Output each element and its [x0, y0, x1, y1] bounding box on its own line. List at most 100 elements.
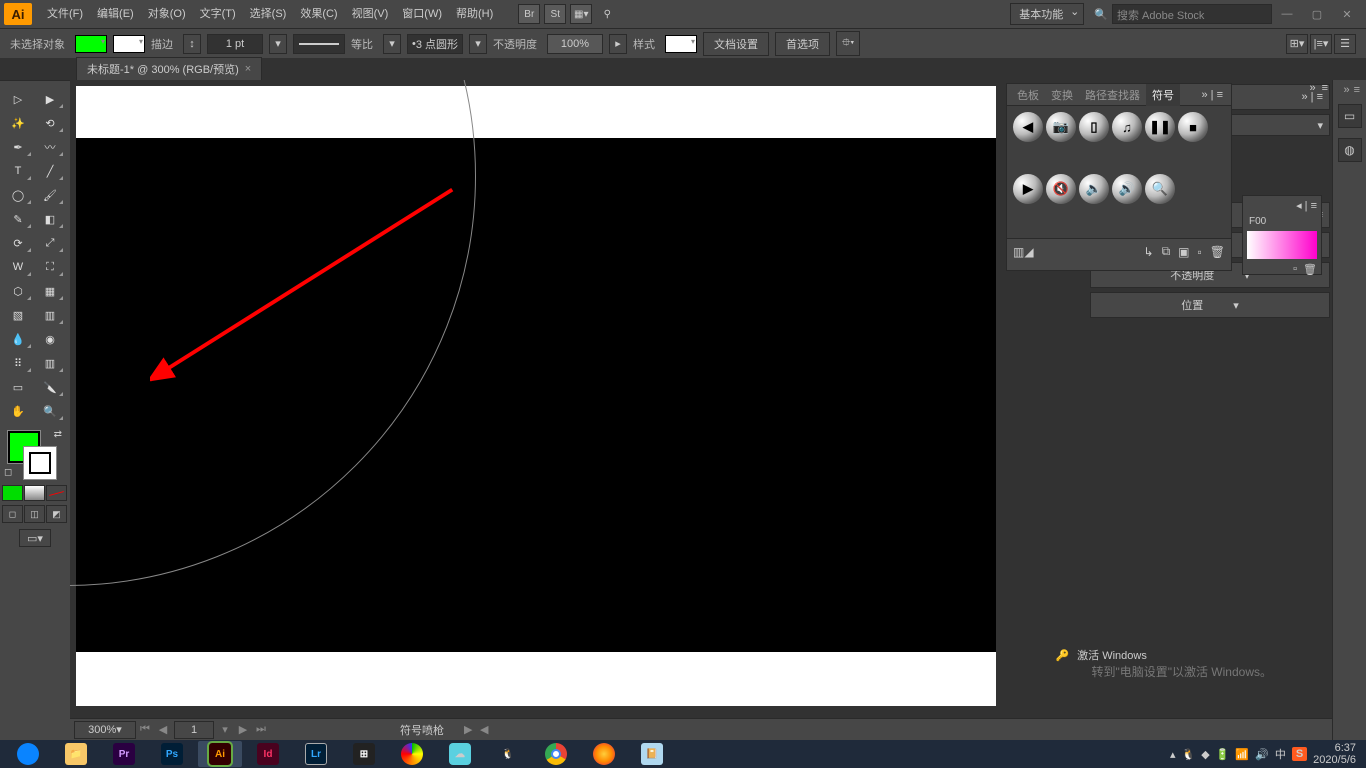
tray-app-icon[interactable]: ◆: [1201, 748, 1209, 761]
symbol-back[interactable]: ◀: [1013, 112, 1043, 142]
symbol-camera[interactable]: 📷: [1046, 112, 1076, 142]
artboard-index[interactable]: 1: [174, 721, 214, 739]
screen-mode-button[interactable]: ▭▾: [19, 529, 51, 547]
panel-tab-pathfinder[interactable]: 路径查找器: [1079, 84, 1146, 106]
symbol-stop[interactable]: ■: [1178, 112, 1208, 142]
menu-help[interactable]: 帮助(H): [449, 0, 500, 28]
direct-selection-tool[interactable]: ▶: [34, 87, 66, 111]
hand-tool[interactable]: ✋: [2, 399, 34, 423]
panel-tab-swatches[interactable]: 色板: [1011, 84, 1045, 106]
pen-tool[interactable]: ✒: [2, 135, 34, 159]
pencil-tool[interactable]: ✎: [2, 207, 34, 231]
symbol-film[interactable]: ▯: [1079, 112, 1109, 142]
tray-overflow-icon[interactable]: ▴: [1170, 748, 1176, 761]
taskbar-chrome[interactable]: [534, 741, 578, 767]
menu-effect[interactable]: 效果(C): [293, 0, 344, 28]
taskbar-app-rainbow[interactable]: [390, 741, 434, 767]
paintbrush-tool[interactable]: 🖌: [34, 183, 66, 207]
taskbar-qq[interactable]: 🐧: [486, 741, 530, 767]
zoom-level[interactable]: 300% ▾: [74, 721, 136, 739]
lasso-tool[interactable]: ⟲: [34, 111, 66, 135]
symbol-sprayer-tool[interactable]: ⠿: [2, 351, 34, 375]
menu-text[interactable]: 文字(T): [193, 0, 243, 28]
maximize-button[interactable]: ▢: [1304, 5, 1330, 23]
color-panel-icon[interactable]: ◍: [1338, 138, 1362, 162]
symbol-pause[interactable]: ❚❚: [1145, 112, 1175, 142]
gradient-tool[interactable]: ▥: [34, 303, 66, 327]
minimize-button[interactable]: —: [1274, 5, 1300, 23]
stroke-swatch[interactable]: [113, 35, 145, 53]
next-artboard[interactable]: ▶: [234, 721, 252, 739]
taskbar-firefox[interactable]: [582, 741, 626, 767]
panel-tab-transform[interactable]: 变换: [1045, 84, 1079, 106]
close-button[interactable]: ✕: [1334, 5, 1360, 23]
workspace-dropdown[interactable]: 基本功能: [1010, 3, 1084, 25]
symbol-vol-high[interactable]: 🔊: [1112, 174, 1142, 204]
search-input[interactable]: 搜索 Adobe Stock: [1112, 4, 1272, 24]
menu-file[interactable]: 文件(F): [40, 0, 90, 28]
menu-select[interactable]: 选择(S): [243, 0, 294, 28]
transform-panel-icon[interactable]: ⊞▾: [1286, 34, 1308, 54]
prev-artboard[interactable]: ◀: [154, 721, 172, 739]
prefs-button[interactable]: 首选项: [775, 32, 830, 56]
symbol-vol-low[interactable]: 🔈: [1079, 174, 1109, 204]
panel-dropdown[interactable]: ▾: [1317, 119, 1323, 132]
color-mode-none[interactable]: [46, 485, 67, 501]
symbol-mute[interactable]: 🔇: [1046, 174, 1076, 204]
delete-symbol-icon[interactable]: 🗑: [1210, 245, 1225, 259]
taskbar-lightroom[interactable]: Lr: [294, 741, 338, 767]
selection-tool[interactable]: ▷: [2, 87, 34, 111]
align-to-button[interactable]: ⯐▾: [836, 31, 860, 56]
color-gradient-strip[interactable]: [1247, 231, 1317, 259]
artboard-tool[interactable]: ▭: [2, 375, 34, 399]
column-graph-tool[interactable]: ▥: [34, 351, 66, 375]
delete-color-icon[interactable]: 🗑: [1303, 263, 1317, 276]
magic-wand-tool[interactable]: ✨: [2, 111, 34, 135]
color-mode-gradient[interactable]: [24, 485, 45, 501]
stroke-weight-field[interactable]: 1 pt: [207, 34, 263, 54]
circles-field[interactable]: • 3 点圆形: [407, 34, 463, 54]
tray-clock[interactable]: 6:37 2020/5/6: [1313, 742, 1356, 766]
symbol-music[interactable]: ♫: [1112, 112, 1142, 142]
taskbar-premiere[interactable]: Pr: [102, 741, 146, 767]
align-panel-icon[interactable]: |≡▾: [1310, 34, 1332, 54]
symbol-library-menu[interactable]: ▥◢: [1013, 245, 1034, 259]
menu-window[interactable]: 窗口(W): [395, 0, 449, 28]
symbol-options-icon[interactable]: ▣: [1178, 245, 1189, 259]
bridge-button[interactable]: Br: [518, 4, 540, 24]
gpupref-icon[interactable]: ⚲: [596, 4, 618, 24]
tray-battery-icon[interactable]: 🔋: [1216, 748, 1230, 761]
brush-dropdown[interactable]: ▾: [383, 34, 401, 54]
properties-panel-icon[interactable]: ▭: [1338, 104, 1362, 128]
scale-tool[interactable]: ⤢: [34, 231, 66, 255]
free-transform-tool[interactable]: ⛶: [34, 255, 66, 279]
zoom-tool[interactable]: 🔍: [34, 399, 66, 423]
first-artboard[interactable]: ⏮: [136, 721, 154, 739]
menu-object[interactable]: 对象(O): [141, 0, 193, 28]
menu-options-icon[interactable]: ☰: [1334, 34, 1356, 54]
position-row-dropdown[interactable]: ▾: [1233, 299, 1239, 312]
new-symbol-icon[interactable]: ▫: [1198, 245, 1202, 259]
tray-qq-icon[interactable]: 🐧: [1182, 748, 1196, 761]
taskbar-photoshop[interactable]: Ps: [150, 741, 194, 767]
stroke-weight-dropdown[interactable]: ▾: [269, 34, 287, 54]
new-color-icon[interactable]: ▫: [1293, 263, 1297, 276]
line-tool[interactable]: ╱: [34, 159, 66, 183]
hscroll-thumb[interactable]: ◀: [480, 723, 488, 736]
opacity-field[interactable]: 100%: [547, 34, 603, 54]
ellipse-tool[interactable]: ◯: [2, 183, 34, 207]
symbols-panel[interactable]: 色板 变换 路径查找器 符号 » | ≡ ◀ 📷 ▯ ♫ ❚❚ ■ ▶ 🔇 🔈 …: [1006, 83, 1232, 271]
opacity-dropdown[interactable]: ▸: [609, 34, 627, 54]
brush-preview[interactable]: [293, 34, 345, 54]
taskbar-notes[interactable]: 📔: [630, 741, 674, 767]
taskbar-explorer[interactable]: 📁: [54, 741, 98, 767]
taskbar-mediaencoder[interactable]: ⊞: [342, 741, 386, 767]
width-tool[interactable]: W: [2, 255, 34, 279]
draw-inside[interactable]: ◩: [46, 505, 67, 523]
menu-view[interactable]: 视图(V): [345, 0, 396, 28]
tray-volume-icon[interactable]: 🔊: [1255, 748, 1269, 761]
taskbar-app-cyan[interactable]: ☁: [438, 741, 482, 767]
shape-builder-tool[interactable]: ⬡: [2, 279, 34, 303]
blend-tool[interactable]: ◉: [34, 327, 66, 351]
taskbar-illustrator[interactable]: Ai: [198, 741, 242, 767]
